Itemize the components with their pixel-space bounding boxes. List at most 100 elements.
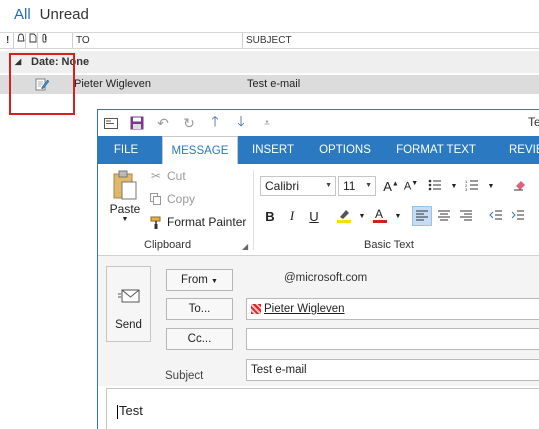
- column-subject[interactable]: SUBJECT: [242, 33, 539, 48]
- paste-button[interactable]: Paste ▼: [108, 170, 142, 223]
- item-type-icon[interactable]: [25, 33, 37, 48]
- message-row[interactable]: Pieter Wigleven Test e-mail: [0, 75, 539, 94]
- highlight-button[interactable]: [334, 206, 354, 226]
- basic-text-group-label: Basic Text: [364, 239, 414, 251]
- increase-indent-button[interactable]: [508, 206, 528, 226]
- bullets-dropdown-icon[interactable]: ▼: [444, 176, 464, 196]
- from-button[interactable]: From ▼: [166, 269, 233, 291]
- font-size-select[interactable]: 11 ▼: [338, 176, 376, 196]
- align-left-button[interactable]: [412, 206, 432, 226]
- format-painter-button[interactable]: Format Painter: [148, 215, 246, 229]
- italic-button[interactable]: I: [282, 206, 302, 226]
- italic-icon: I: [289, 208, 295, 223]
- bullets-icon: [428, 179, 442, 194]
- cc-field[interactable]: [246, 328, 539, 350]
- paintbrush-icon: [148, 216, 164, 229]
- decrease-indent-button[interactable]: [486, 206, 506, 226]
- filter-all[interactable]: All: [14, 6, 31, 23]
- window-title: Te: [528, 115, 539, 129]
- chevron-down-icon: ▼: [211, 278, 218, 285]
- tab-format-text[interactable]: FORMAT TEXT: [388, 136, 484, 164]
- bullets-button[interactable]: [425, 176, 445, 196]
- send-envelope-icon: [117, 288, 140, 307]
- message-subject: Test e-mail: [247, 78, 301, 90]
- bold-icon: B: [265, 208, 275, 224]
- bold-button[interactable]: B: [260, 206, 280, 226]
- shrink-font-icon: A▼: [403, 179, 419, 193]
- underline-button[interactable]: U: [304, 206, 324, 226]
- shrink-font-button[interactable]: A▼: [401, 176, 421, 196]
- font-color-button[interactable]: A: [370, 206, 390, 226]
- next-item-icon[interactable]: 🡓: [228, 110, 254, 136]
- clipboard-group-label: Clipboard: [144, 239, 192, 251]
- font-name-select[interactable]: Calibri ▼: [260, 176, 336, 196]
- send-label: Send: [115, 319, 142, 331]
- clear-formatting-button[interactable]: [510, 176, 530, 196]
- highlight-dropdown-icon[interactable]: ▼: [352, 206, 372, 226]
- save-icon[interactable]: [124, 110, 150, 136]
- outlook-screen: All Unread ! TO SUBJECT ◢ Date: None Pie…: [0, 0, 539, 429]
- increase-indent-icon: [511, 209, 525, 224]
- column-header: ! TO SUBJECT: [0, 32, 539, 49]
- chevron-down-icon: ▼: [325, 182, 332, 189]
- column-to[interactable]: TO: [72, 33, 242, 48]
- font-color-icon: A: [372, 207, 388, 226]
- tab-review[interactable]: REVIEW: [493, 136, 539, 164]
- to-button[interactable]: To...: [166, 298, 233, 320]
- tab-insert[interactable]: INSERT: [244, 136, 302, 164]
- font-color-dropdown-icon[interactable]: ▼: [388, 206, 408, 226]
- filter-unread[interactable]: Unread: [40, 6, 89, 23]
- align-left-icon: [415, 209, 429, 224]
- clipboard-launcher-icon[interactable]: ◢: [242, 242, 248, 251]
- message-body[interactable]: Test: [106, 388, 539, 429]
- underline-icon: U: [309, 208, 319, 224]
- to-field[interactable]: Pieter Wigleven: [246, 298, 539, 320]
- envelope-icon[interactable]: [98, 110, 124, 136]
- cut-label: Cut: [167, 169, 186, 183]
- eraser-icon: [513, 179, 527, 194]
- tab-options[interactable]: OPTIONS: [310, 136, 380, 164]
- from-label: From: [181, 274, 208, 286]
- copy-icon: [148, 193, 164, 205]
- svg-text:A: A: [375, 207, 383, 221]
- quick-access-toolbar: ↶ ↻ 🡑 🡓 ⩡ Te: [98, 110, 539, 136]
- view-filters: All Unread: [14, 6, 89, 23]
- svg-text:3: 3: [465, 187, 468, 191]
- importance-icon[interactable]: !: [3, 33, 13, 48]
- subject-field[interactable]: Test e-mail: [246, 359, 539, 381]
- previous-item-icon[interactable]: 🡑: [202, 110, 228, 136]
- text-cursor: [117, 404, 118, 419]
- grow-font-button[interactable]: A▲: [381, 176, 401, 196]
- chevron-down-icon: ▼: [365, 182, 372, 189]
- copy-label: Copy: [167, 192, 196, 206]
- align-right-icon: [459, 209, 473, 224]
- clipboard-icon: [112, 170, 138, 200]
- numbering-dropdown-icon[interactable]: ▼: [481, 176, 501, 196]
- align-right-button[interactable]: [456, 206, 476, 226]
- customize-toolbar-icon[interactable]: ⩡: [254, 110, 280, 136]
- decrease-indent-icon: [489, 209, 503, 224]
- send-button[interactable]: Send: [106, 266, 151, 342]
- to-recipient[interactable]: Pieter Wigleven: [251, 299, 345, 319]
- numbering-icon: 123: [465, 179, 479, 194]
- subject-label: Subject: [165, 370, 204, 382]
- tab-file[interactable]: FILE: [98, 136, 154, 164]
- cut-button[interactable]: ✂ Cut: [148, 169, 186, 183]
- attachment-icon[interactable]: [37, 33, 59, 48]
- reminder-bell-icon[interactable]: [13, 33, 25, 48]
- redo-icon[interactable]: ↻: [176, 110, 202, 136]
- body-text: Test: [119, 403, 143, 418]
- paste-dropdown-icon[interactable]: ▼: [122, 216, 129, 223]
- ribbon: Paste ▼ ✂ Cut Copy Format Painter Clipbo…: [98, 164, 539, 256]
- font-size-value: 11: [343, 179, 356, 193]
- annotation-highlight-box: [9, 53, 75, 115]
- cc-button[interactable]: Cc...: [166, 328, 233, 350]
- undo-icon[interactable]: ↶: [150, 110, 176, 136]
- compose-header: Send From ▼ @microsoft.com To... Pieter …: [98, 256, 539, 386]
- copy-button[interactable]: Copy: [148, 192, 195, 206]
- ribbon-tabs: FILE MESSAGE INSERT OPTIONS FORMAT TEXT …: [98, 136, 539, 165]
- numbering-button[interactable]: 123: [462, 176, 482, 196]
- tab-message[interactable]: MESSAGE: [162, 136, 238, 165]
- align-center-button[interactable]: [434, 206, 454, 226]
- date-group-header[interactable]: ◢ Date: None: [0, 51, 539, 73]
